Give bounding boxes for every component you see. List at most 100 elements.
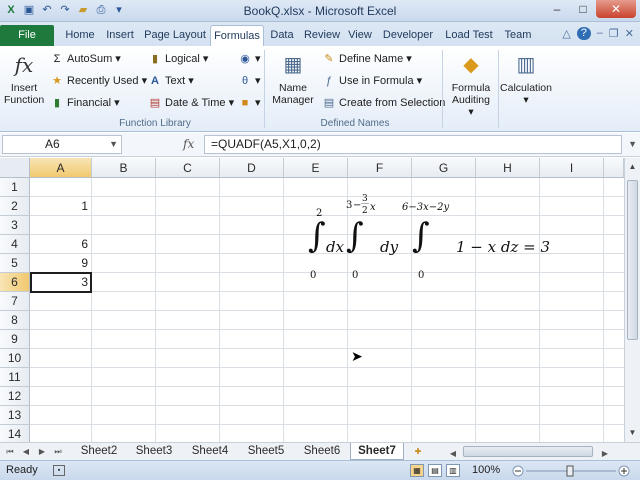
sheet-tab-sheet6[interactable]: Sheet6 (296, 443, 348, 460)
next-sheet-icon[interactable]: ▶ (36, 445, 48, 459)
formula-auditing-button[interactable]: ◆ Formula Auditing ▾ (448, 50, 494, 118)
cell-a4[interactable]: 6 (28, 235, 88, 254)
text-label: Text (165, 75, 186, 87)
doc-close-icon[interactable]: ✕ (625, 27, 634, 40)
expand-formula-bar-icon[interactable]: ▼ (628, 139, 637, 149)
column-header-b[interactable]: B (92, 158, 156, 178)
row-header-11[interactable]: 11 (0, 368, 30, 387)
row-header-14[interactable]: 14 (0, 425, 30, 442)
row-header-2[interactable]: 2 (0, 197, 30, 216)
tab-developer[interactable]: Developer (380, 25, 436, 46)
create-from-selection-button[interactable]: ▤ Create from Selection (322, 94, 446, 112)
page-layout-view-icon[interactable]: ▤ (428, 464, 442, 477)
scroll-down-icon[interactable]: ▼ (625, 426, 640, 440)
sheet-tab-sheet7[interactable]: Sheet7 (350, 443, 404, 460)
insert-worksheet-icon[interactable]: ✚ (410, 445, 426, 459)
row-header-4[interactable]: 4 (0, 235, 30, 254)
horizontal-scrollbar[interactable]: ◀ ▶ (437, 445, 623, 459)
last-sheet-icon[interactable]: ⏭ (52, 445, 64, 459)
close-button[interactable]: ✕ (596, 0, 636, 18)
row-header-1[interactable]: 1 (0, 178, 30, 197)
row-header-13[interactable]: 13 (0, 406, 30, 425)
maximize-button[interactable]: □ (570, 0, 596, 18)
doc-minimize-icon[interactable]: – (597, 27, 603, 40)
zoom-level[interactable]: 100% (472, 464, 500, 476)
help-icon[interactable]: ? (576, 27, 591, 40)
tab-data[interactable]: Data (266, 25, 298, 46)
define-name-button[interactable]: ✎ Define Name ▾ (322, 50, 411, 68)
cell-a5[interactable]: 9 (28, 254, 88, 273)
date-time-button[interactable]: ▤ Date & Time ▾ (148, 94, 234, 112)
tab-home[interactable]: Home (60, 25, 100, 46)
insert-function-fx-icon[interactable]: fx (183, 137, 194, 151)
column-header-h[interactable]: H (476, 158, 540, 178)
math-trig-button[interactable]: θ ▾ (238, 72, 261, 90)
lookup-reference-button[interactable]: ◉ ▾ (238, 50, 260, 68)
scroll-left-icon[interactable]: ◀ (447, 447, 459, 461)
sheet-tab-sheet3[interactable]: Sheet3 (128, 443, 180, 460)
scroll-right-icon[interactable]: ▶ (599, 447, 611, 461)
column-header-d[interactable]: D (220, 158, 284, 178)
tab-file[interactable]: File (0, 25, 54, 46)
math-trig-icon: θ (241, 75, 249, 87)
tab-page-layout[interactable]: Page Layout (142, 25, 208, 46)
minimize-button[interactable]: – (544, 0, 570, 18)
tab-team[interactable]: Team (500, 25, 536, 46)
column-header-c[interactable]: C (156, 158, 220, 178)
row-header-12[interactable]: 12 (0, 387, 30, 406)
column-header-e[interactable]: E (284, 158, 348, 178)
name-box[interactable]: A6 ▼ (2, 135, 122, 154)
group-separator (442, 50, 443, 128)
recently-used-button[interactable]: ★ Recently Used ▾ (50, 72, 147, 90)
insert-function-label-2: Function (4, 94, 45, 106)
formula-input[interactable]: =QUADF(A5,X1,0,2) (204, 135, 622, 154)
row-header-6[interactable]: 6 (0, 273, 30, 292)
name-box-dropdown-icon[interactable]: ▼ (109, 136, 118, 153)
row-header-7[interactable]: 7 (0, 292, 30, 311)
financial-button[interactable]: ▮ Financial ▾ (50, 94, 120, 112)
name-manager-button[interactable]: ▦ Name Manager (270, 50, 316, 106)
column-header-partial[interactable] (604, 158, 624, 178)
row-header-3[interactable]: 3 (0, 216, 30, 235)
vertical-scroll-thumb[interactable] (627, 180, 638, 340)
doc-restore-icon[interactable]: ❐ (609, 27, 619, 40)
select-all-corner[interactable] (0, 158, 30, 178)
minimize-ribbon-icon[interactable]: △ (562, 27, 570, 40)
sheet-tab-sheet2[interactable]: Sheet2 (74, 443, 124, 460)
triple-integral-equation[interactable]: 2 ∫ 0 dx 3 − 3 ‾‾ 2 x ∫ 0 dy 6−3x−2y ∫ 0… (306, 194, 566, 288)
sheet-tab-sheet4[interactable]: Sheet4 (184, 443, 236, 460)
tab-view[interactable]: View (344, 25, 376, 46)
logical-button[interactable]: ▮ Logical ▾ (148, 50, 208, 68)
calculation-button[interactable]: ▥ Calculation ▾ (500, 50, 552, 106)
use-in-formula-button[interactable]: ƒ Use in Formula ▾ (322, 72, 422, 90)
normal-view-icon[interactable]: ▦ (410, 464, 424, 477)
sheet-tab-sheet5[interactable]: Sheet5 (240, 443, 292, 460)
column-header-a[interactable]: A (30, 158, 92, 178)
page-break-preview-icon[interactable]: ▥ (446, 464, 460, 477)
column-header-f[interactable]: F (348, 158, 412, 178)
row-header-9[interactable]: 9 (0, 330, 30, 349)
row-header-8[interactable]: 8 (0, 311, 30, 330)
tab-formulas[interactable]: Formulas (210, 25, 264, 46)
horizontal-scroll-thumb[interactable] (463, 446, 593, 457)
row-header-10[interactable]: 10 (0, 349, 30, 368)
first-sheet-icon[interactable]: ⏮ (4, 445, 16, 459)
text-button[interactable]: A Text ▾ (148, 72, 194, 90)
use-in-formula-label: Use in Formula (339, 75, 414, 87)
prev-sheet-icon[interactable]: ◀ (20, 445, 32, 459)
row-header-5[interactable]: 5 (0, 254, 30, 273)
zoom-slider[interactable] (512, 465, 630, 477)
tab-load-test[interactable]: Load Test (440, 25, 498, 46)
cell-a2[interactable]: 1 (28, 197, 88, 216)
more-functions-button[interactable]: ■ ▾ (238, 94, 261, 112)
tab-review[interactable]: Review (302, 25, 342, 46)
worksheet-grid[interactable]: A B C D E F G H I 1 2 3 4 5 6 7 8 9 10 1… (0, 158, 624, 442)
column-header-i[interactable]: I (540, 158, 604, 178)
scroll-up-icon[interactable]: ▲ (625, 160, 640, 174)
macro-recording-icon[interactable]: ▪ (53, 465, 65, 476)
vertical-scrollbar[interactable]: ▲ ▼ (624, 158, 640, 442)
autosum-button[interactable]: Σ AutoSum ▾ (50, 50, 121, 68)
tab-insert[interactable]: Insert (102, 25, 138, 46)
column-header-g[interactable]: G (412, 158, 476, 178)
insert-function-button[interactable]: fx Insert Function (4, 50, 44, 106)
